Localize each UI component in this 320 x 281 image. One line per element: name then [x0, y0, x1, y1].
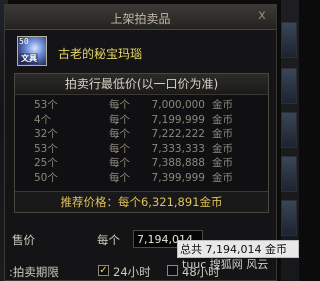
- row-price: 7,388,888: [151, 157, 205, 169]
- row-quantity: 53个: [34, 142, 58, 155]
- row-quantity: 50个: [34, 171, 58, 184]
- row-price: 7,399,999: [151, 171, 205, 184]
- side-thumbnail[interactable]: [281, 200, 297, 236]
- side-thumbnail[interactable]: [281, 68, 297, 104]
- duration-label: :拍卖期限: [9, 265, 59, 279]
- price-row: 53个 每个 7,000,000 金币: [15, 98, 268, 113]
- each-label: 每个: [97, 233, 120, 247]
- recommended-price: 推荐价格：每个6,321,891金币: [15, 191, 268, 212]
- window-title: 上架拍卖品: [110, 12, 171, 26]
- price-label: 售价: [12, 233, 35, 247]
- price-row: 50个 每个 7,399,999 金币: [15, 171, 268, 186]
- row-unit: 金币: [212, 157, 233, 169]
- row-price: 7,000,000: [151, 99, 205, 111]
- close-icon: x: [258, 8, 266, 23]
- row-each-label: 每个: [109, 99, 130, 111]
- row-price: 7,199,999: [151, 113, 205, 126]
- close-button[interactable]: x: [254, 8, 270, 24]
- duration-24h-label[interactable]: 24小时: [113, 264, 151, 280]
- row-quantity: 53个: [34, 99, 58, 111]
- watermark: tuuc 搜狐网 风云: [182, 258, 269, 271]
- item-tag: 文具: [20, 53, 38, 64]
- row-quantity: 4个: [34, 113, 52, 126]
- price-row: 25个 每个 7,388,888 金币: [15, 156, 268, 171]
- row-each-label: 每个: [109, 142, 130, 155]
- row-each-label: 每个: [109, 128, 130, 140]
- row-price: 7,222,222: [151, 128, 205, 140]
- side-thumbnail[interactable]: [281, 156, 297, 192]
- row-each-label: 每个: [109, 157, 130, 169]
- row-unit: 金币: [212, 99, 233, 111]
- title-bar[interactable]: 上架拍卖品 x: [5, 5, 276, 30]
- row-unit: 金币: [212, 142, 233, 155]
- row-unit: 金币: [212, 171, 233, 184]
- duration-48h-checkbox[interactable]: [167, 265, 178, 276]
- item-icon[interactable]: 50 文具: [17, 36, 47, 66]
- row-each-label: 每个: [109, 171, 130, 184]
- duration-24h-checkbox[interactable]: ✓: [98, 265, 109, 276]
- price-row: 4个 每个 7,199,999 金币: [15, 113, 268, 128]
- check-icon: ✓: [99, 265, 108, 276]
- side-thumbnail[interactable]: [281, 22, 297, 58]
- panel-header: 拍卖行最低价(以一口价为准): [15, 74, 268, 95]
- row-quantity: 25个: [34, 157, 58, 169]
- row-price: 7,333,333: [151, 142, 205, 155]
- row-unit: 金币: [212, 128, 233, 140]
- item-level-badge: 50: [19, 37, 29, 46]
- row-unit: 金币: [212, 113, 233, 126]
- lowest-price-panel: 拍卖行最低价(以一口价为准) 53个 每个 7,000,000 金币 4个 每个 7,199…: [14, 73, 269, 213]
- price-row: 32个 每个 7,222,222 金币: [15, 127, 268, 142]
- item-name: 古老的秘宝玛瑙: [58, 47, 143, 61]
- row-quantity: 32个: [34, 128, 58, 140]
- side-thumbnail[interactable]: [281, 112, 297, 148]
- price-list: 53个 每个 7,000,000 金币 4个 每个 7,199,999 金币 32个 每个 7,22…: [15, 95, 268, 185]
- background-right-scrollbar[interactable]: [281, 0, 299, 281]
- price-row: 53个 每个 7,333,333 金币: [15, 142, 268, 157]
- row-each-label: 每个: [109, 113, 130, 126]
